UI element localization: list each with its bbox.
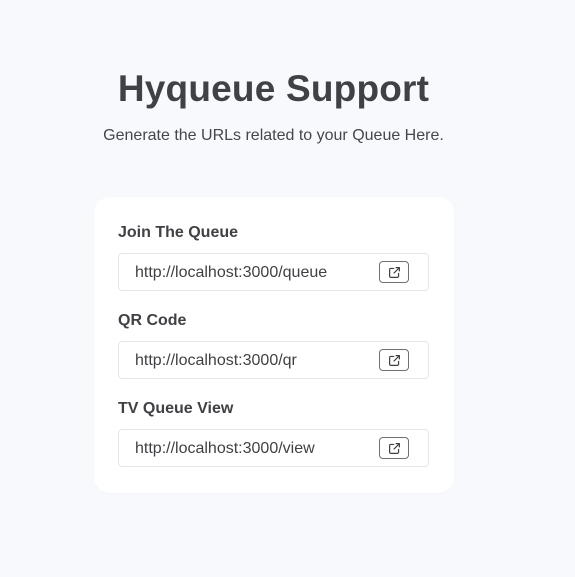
qr-code-url-field[interactable]: http://localhost:3000/qr — [118, 341, 429, 379]
external-link-icon — [388, 266, 400, 278]
qr-code-open-button[interactable] — [379, 349, 409, 371]
tv-queue-view-label: TV Queue View — [118, 400, 234, 417]
tv-queue-view-url-text: http://localhost:3000/view — [135, 440, 315, 457]
tv-queue-view-url-field[interactable]: http://localhost:3000/view — [118, 429, 429, 467]
page-title: Hyqueue Support — [117, 68, 430, 109]
join-queue-url-text: http://localhost:3000/queue — [135, 264, 328, 281]
external-link-icon — [388, 442, 400, 454]
external-link-icon — [388, 354, 400, 366]
qr-code-label: QR Code — [118, 312, 187, 329]
join-queue-label: Join The Queue — [118, 224, 239, 241]
join-queue-open-button[interactable] — [379, 261, 409, 283]
url-card: Join The Queue http://localhost:3000/que… — [94, 197, 454, 493]
page-subtitle: Generate the URLs related to your Queue … — [103, 127, 444, 144]
join-queue-url-field[interactable]: http://localhost:3000/queue — [118, 253, 429, 291]
support-page: Hyqueue Support Generate the URLs relate… — [0, 0, 575, 577]
qr-code-url-text: http://localhost:3000/qr — [135, 352, 297, 369]
tv-queue-view-open-button[interactable] — [379, 437, 409, 459]
